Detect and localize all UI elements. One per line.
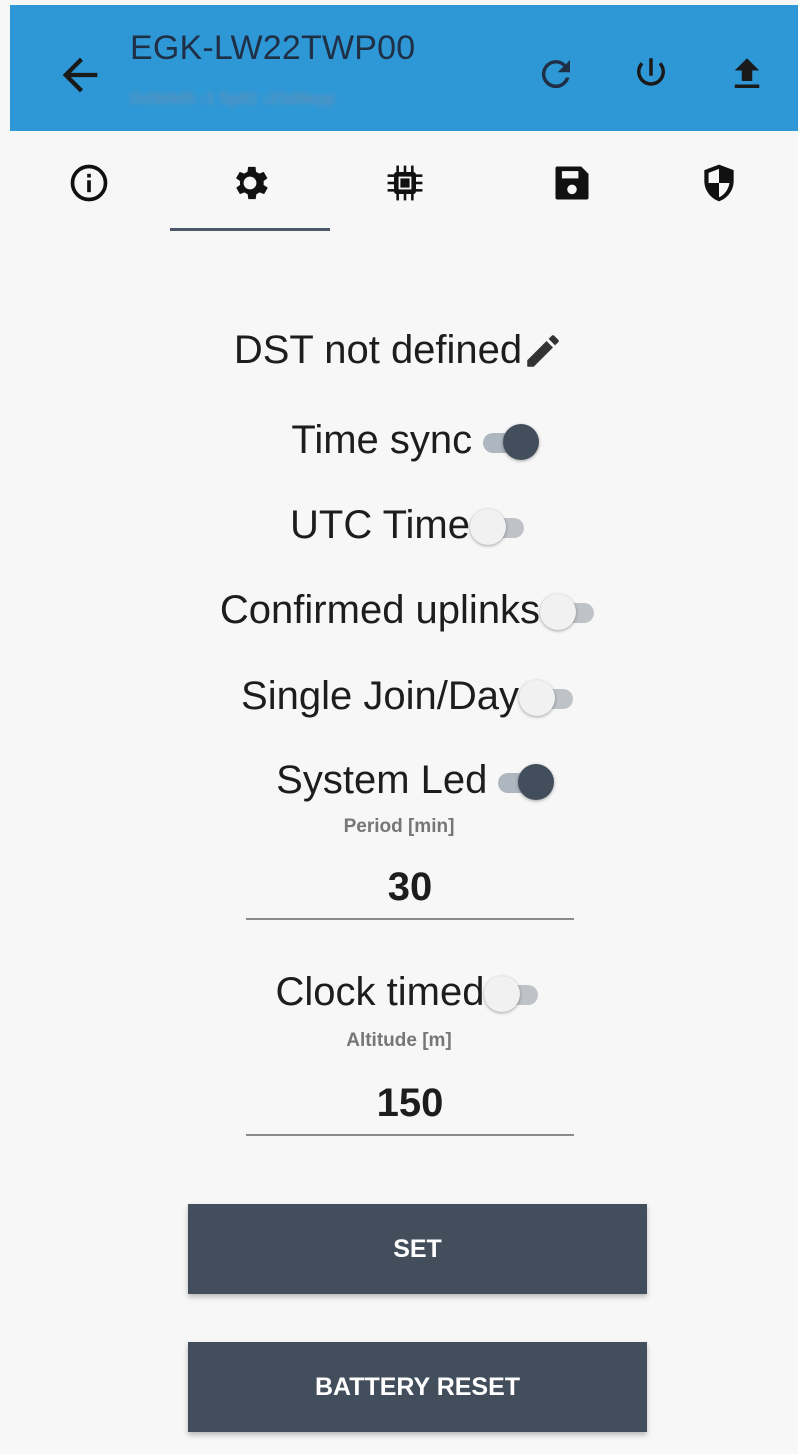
period-input[interactable]: 30 xyxy=(246,865,574,910)
set-button[interactable]: SET xyxy=(188,1204,647,1294)
back-arrow-icon[interactable] xyxy=(54,49,106,101)
tab-bar xyxy=(0,131,798,241)
device-title: EGK-LW22TWP00 xyxy=(130,29,416,67)
utc-time-row: UTC Time xyxy=(0,503,798,548)
system-led-label: System Led xyxy=(276,758,488,802)
time-sync-label: Time sync xyxy=(291,418,473,462)
single-join-label: Single Join/Day xyxy=(241,674,519,718)
dst-label: DST not defined xyxy=(233,328,523,372)
save-icon[interactable] xyxy=(550,161,594,205)
power-icon[interactable] xyxy=(630,53,672,95)
confirmed-uplinks-row: Confirmed uplinks xyxy=(0,588,798,633)
altitude-label: Altitude [m] xyxy=(346,1030,452,1051)
utc-time-toggle[interactable] xyxy=(470,506,530,546)
altitude-input[interactable]: 150 xyxy=(246,1081,574,1126)
confirmed-uplinks-toggle[interactable] xyxy=(540,591,600,631)
app-bar: EGK-LW22TWP00 0x0b9d5 ›1 5p92 ›2Sdtlepp xyxy=(10,5,798,131)
info-icon[interactable] xyxy=(67,161,111,205)
single-join-toggle[interactable] xyxy=(518,677,579,717)
device-subtitle: 0x0b9d5 ›1 5p92 ›2Sdtlepp xyxy=(130,89,336,108)
clock-timed-label: Clock timed xyxy=(275,970,485,1014)
clock-timed-toggle[interactable] xyxy=(484,973,544,1013)
pencil-icon[interactable] xyxy=(522,330,564,372)
upload-icon[interactable] xyxy=(726,53,768,95)
utc-time-label: UTC Time xyxy=(290,503,470,547)
clock-timed-row: Clock timed xyxy=(0,970,798,1015)
altitude-input-underline xyxy=(246,1134,574,1136)
period-input-underline xyxy=(246,918,574,920)
system-led-toggle[interactable] xyxy=(492,761,554,801)
single-join-row: Single Join/Day xyxy=(0,674,798,719)
gear-icon[interactable] xyxy=(228,161,272,205)
shield-icon[interactable] xyxy=(697,161,741,205)
refresh-icon[interactable] xyxy=(535,53,577,95)
confirmed-uplinks-label: Confirmed uplinks xyxy=(219,588,541,632)
time-sync-toggle[interactable] xyxy=(477,421,539,461)
active-tab-indicator xyxy=(170,228,330,231)
chip-icon[interactable] xyxy=(383,161,427,205)
dst-row: DST not defined xyxy=(0,328,798,373)
battery-reset-button[interactable]: BATTERY RESET xyxy=(188,1342,647,1432)
period-label: Period [min] xyxy=(343,816,455,837)
system-led-row: System Led xyxy=(0,758,798,803)
time-sync-row: Time sync xyxy=(0,418,798,463)
